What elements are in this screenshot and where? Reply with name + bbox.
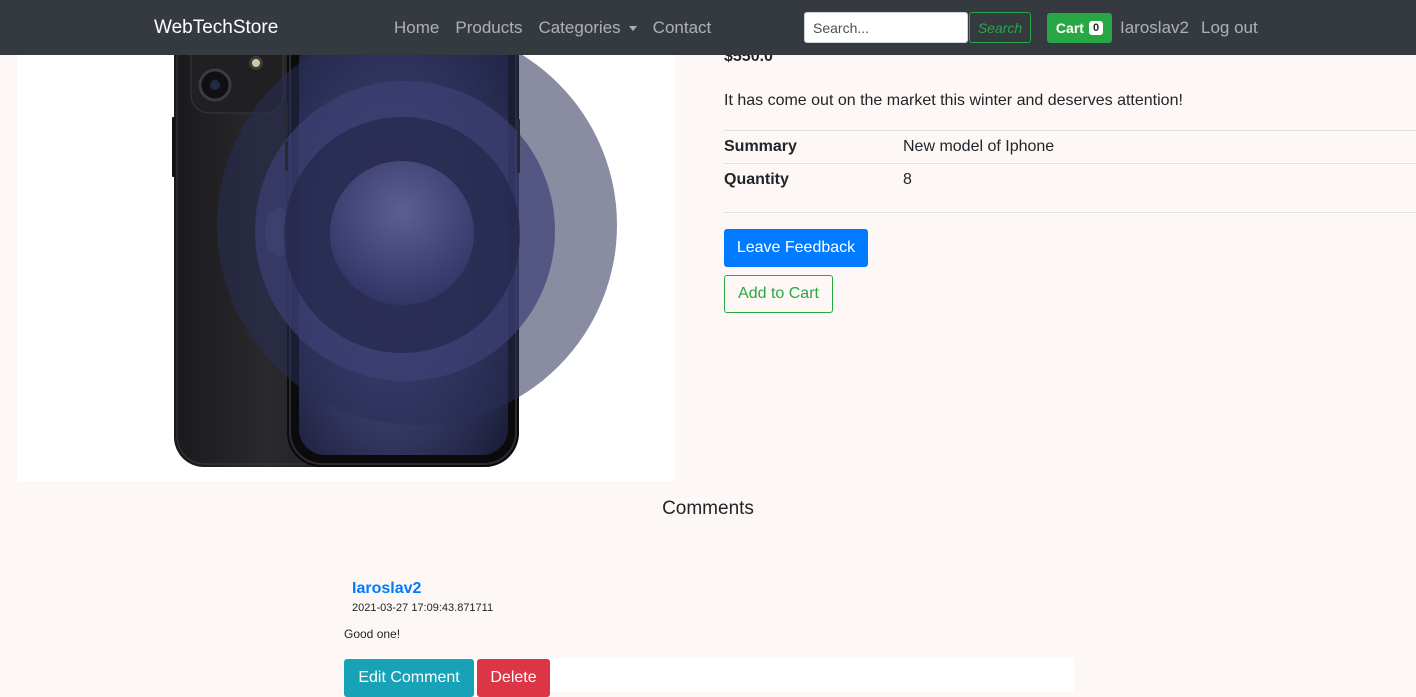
- product-spec-table: Summary New model of Iphone Quantity 8: [724, 130, 1416, 196]
- cart-button[interactable]: Cart 0: [1047, 13, 1112, 43]
- cart-label: Cart: [1055, 20, 1084, 36]
- search-form: Search: [804, 12, 1031, 43]
- search-button[interactable]: Search: [969, 12, 1031, 43]
- spec-value: New model of Iphone: [903, 130, 1416, 164]
- spec-value: 8: [903, 163, 1416, 196]
- comment-timestamp: 2021-03-27 17:09:43.871711: [352, 602, 494, 614]
- cart-count-badge: 0: [1088, 21, 1104, 35]
- caret-down-icon: [628, 26, 637, 31]
- brand-logo[interactable]: WebTechStore: [154, 0, 278, 55]
- nav-categories-dropdown[interactable]: Categories: [538, 17, 637, 38]
- nav-products-link[interactable]: Products: [455, 18, 522, 38]
- product-description: It has come out on the market this winte…: [724, 92, 1183, 109]
- nav-links: Home Products Categories Contact: [394, 0, 727, 55]
- comments-heading: Comments: [662, 498, 754, 519]
- navbar: WebTechStore Home Products Categories Co…: [0, 0, 1416, 55]
- nav-contact-link[interactable]: Contact: [653, 18, 712, 38]
- spec-row-quantity: Quantity 8: [724, 163, 1416, 196]
- comment-author-link[interactable]: Iaroslav2: [352, 580, 421, 598]
- leave-feedback-button[interactable]: Leave Feedback: [724, 229, 868, 267]
- spec-key: Quantity: [724, 163, 903, 196]
- edit-comment-button[interactable]: Edit Comment: [344, 659, 474, 697]
- iphone-product-image: [172, 55, 617, 467]
- logout-link[interactable]: Log out: [1201, 0, 1258, 55]
- nav-categories-label: Categories: [538, 17, 621, 37]
- divider: [724, 212, 1416, 213]
- nav-home-link[interactable]: Home: [394, 18, 439, 38]
- search-input[interactable]: [804, 12, 968, 43]
- add-to-cart-button[interactable]: Add to Cart: [724, 275, 833, 313]
- spec-row-summary: Summary New model of Iphone: [724, 130, 1416, 164]
- delete-comment-button[interactable]: Delete: [477, 659, 550, 697]
- product-image: [17, 55, 675, 481]
- comment-body: Good one!: [344, 627, 401, 641]
- user-profile-link[interactable]: Iaroslav2: [1120, 0, 1189, 55]
- spec-key: Summary: [724, 130, 903, 164]
